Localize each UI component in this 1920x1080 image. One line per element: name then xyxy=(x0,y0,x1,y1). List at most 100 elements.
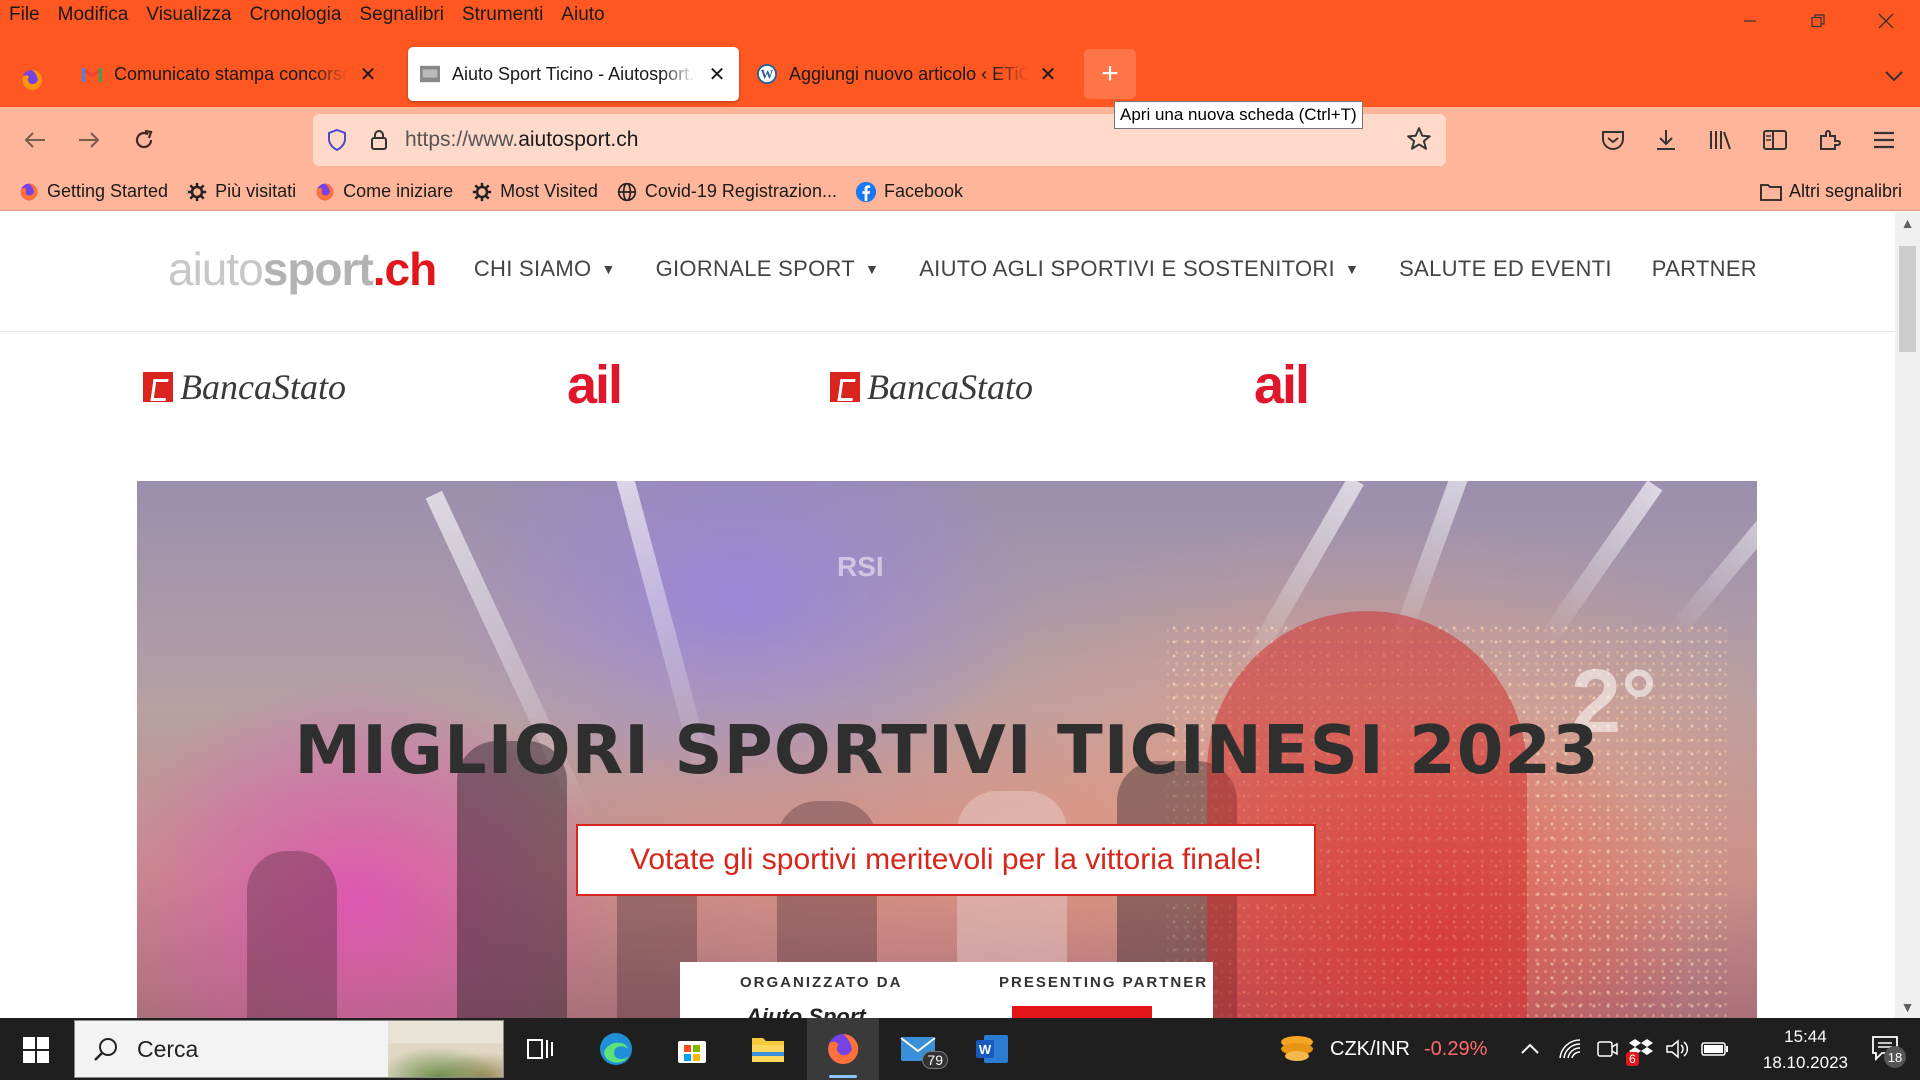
tab-comunicato[interactable]: Comunicato stampa concorso M ✕ xyxy=(70,47,390,101)
chevron-down-icon: ▼ xyxy=(865,261,880,277)
facebook-icon xyxy=(855,181,877,203)
battery-icon[interactable] xyxy=(1701,1018,1729,1080)
other-bookmarks[interactable]: Altri segnalibri xyxy=(1760,181,1902,202)
word-icon: W xyxy=(976,1035,1008,1063)
arrow-left-icon xyxy=(24,132,45,148)
bookmark-piu-visitati[interactable]: Più visitati xyxy=(186,181,296,203)
arrow-right-icon xyxy=(79,132,100,148)
close-icon xyxy=(1878,13,1894,29)
plus-icon: + xyxy=(1101,57,1119,90)
library-icon xyxy=(1710,131,1731,150)
sponsor-logo-bancastato[interactable]: BancaStato xyxy=(143,366,346,408)
scrollbar-thumb[interactable] xyxy=(1899,246,1916,352)
store-taskbar-button[interactable] xyxy=(672,1029,712,1069)
bookmark-label: Come iniziare xyxy=(343,181,454,201)
chevron-up-icon xyxy=(1521,1043,1539,1054)
vote-cta-button[interactable]: Votate gli sportivi meritevoli per la vi… xyxy=(576,824,1316,896)
menu-segnalibri[interactable]: Segnalibri xyxy=(350,4,453,26)
menu-file[interactable]: File xyxy=(0,4,49,26)
screen-logo: RSI xyxy=(837,551,884,582)
bookmark-label: Most Visited xyxy=(500,181,598,201)
firefox-taskbar-button[interactable] xyxy=(807,1018,879,1080)
system-clock[interactable]: 15:44 18.10.2023 xyxy=(1763,1024,1848,1076)
bookmarks-toolbar: Getting Started Più visitati Come inizia… xyxy=(0,173,1920,211)
downloads-button[interactable] xyxy=(1648,122,1684,158)
file-explorer-button[interactable] xyxy=(748,1029,788,1069)
sponsor-logo-bancastato[interactable]: BancaStato xyxy=(830,366,1033,408)
task-view-button[interactable] xyxy=(520,1029,560,1069)
bookmark-getting-started[interactable]: Getting Started xyxy=(18,181,168,203)
bookmark-facebook[interactable]: Facebook xyxy=(855,181,963,203)
bookmark-come-iniziare[interactable]: Come iniziare xyxy=(314,181,453,203)
aiutosport-favicon xyxy=(420,64,440,84)
close-tab-icon[interactable]: ✕ xyxy=(707,62,727,87)
meet-now-icon[interactable] xyxy=(1596,1018,1618,1080)
chevron-down-icon xyxy=(1885,71,1903,82)
extensions-button[interactable] xyxy=(1811,122,1847,158)
presenting-partner-label: PRESENTING PARTNER xyxy=(999,974,1209,991)
word-taskbar-button[interactable]: W xyxy=(972,1029,1012,1069)
volume-icon[interactable] xyxy=(1665,1018,1689,1080)
menu-strumenti[interactable]: Strumenti xyxy=(453,4,552,26)
close-tab-icon[interactable]: ✕ xyxy=(358,62,378,87)
chevron-down-icon: ▼ xyxy=(601,261,616,277)
mail-taskbar-button[interactable]: 79 xyxy=(898,1029,948,1069)
gear-icon xyxy=(186,181,208,203)
bookmark-most-visited[interactable]: Most Visited xyxy=(471,181,598,203)
menu-visualizza[interactable]: Visualizza xyxy=(137,4,240,26)
close-tab-icon[interactable]: ✕ xyxy=(1038,62,1058,87)
taskbar-search[interactable]: Cerca xyxy=(74,1020,504,1078)
scroll-down-icon[interactable]: ▼ xyxy=(1895,996,1920,1018)
tab-aiutosport[interactable]: Aiuto Sport Ticino - Aiutosport.ch ✕ xyxy=(408,47,739,101)
bookmark-star-icon[interactable] xyxy=(1406,126,1432,159)
stage-light-beam xyxy=(1669,487,1757,637)
coins-icon xyxy=(1281,1036,1313,1061)
tracking-protection-icon[interactable] xyxy=(325,128,349,152)
sponsor-logo-ail[interactable]: ail xyxy=(1254,354,1310,416)
edge-taskbar-button[interactable] xyxy=(596,1029,636,1069)
dropbox-icon[interactable]: 6 xyxy=(1626,1018,1654,1080)
network-icon[interactable] xyxy=(1558,1018,1582,1080)
nav-giornale-sport[interactable]: GIORNALE SPORT ▼ xyxy=(656,256,880,282)
lock-icon[interactable] xyxy=(367,128,391,152)
menu-aiuto[interactable]: Aiuto xyxy=(552,4,613,26)
site-nav: CHI SIAMO ▼ GIORNALE SPORT ▼ AIUTO AGLI SP… xyxy=(434,256,1757,282)
scroll-up-icon[interactable]: ▲ xyxy=(1895,212,1920,234)
hero-banner: RSI 2° MIGLIORI SPORTIVI TICINESI 2023 V… xyxy=(137,481,1757,1018)
start-button[interactable] xyxy=(10,1032,62,1068)
library-button[interactable] xyxy=(1703,122,1739,158)
folder-icon xyxy=(1760,183,1782,201)
tab-wordpress[interactable]: W Aggiungi nuovo articolo ‹ ETiCinese ✕ xyxy=(745,47,1070,101)
sidebar-button[interactable] xyxy=(1757,122,1793,158)
reload-button[interactable] xyxy=(126,122,162,158)
chevron-down-icon: ▼ xyxy=(1344,261,1360,277)
organizer-logo: Aiuto Sport xyxy=(746,1004,866,1018)
site-logo[interactable]: aiutosport.ch xyxy=(168,242,437,296)
back-button[interactable] xyxy=(17,122,53,158)
firefox-icon xyxy=(314,181,336,203)
svg-text:W: W xyxy=(761,68,774,82)
sponsor-logo-ail[interactable]: ail xyxy=(567,354,623,416)
pocket-button[interactable] xyxy=(1595,122,1631,158)
nav-chi-siamo[interactable]: CHI SIAMO ▼ xyxy=(474,256,616,282)
new-tab-button[interactable]: + xyxy=(1084,49,1136,99)
pocket-icon xyxy=(1602,131,1624,150)
tab-bar: Comunicato stampa concorso M ✕ Aiuto Spo… xyxy=(0,30,1920,107)
bookmark-covid[interactable]: Covid-19 Registrazion... xyxy=(616,181,837,203)
nav-aiuto-sportivi[interactable]: AIUTO AGLI SPORTIVI E SOSTENITORI ▼ xyxy=(919,256,1359,282)
page-scrollbar[interactable]: ▲ ▼ xyxy=(1895,212,1920,1018)
notification-center-button[interactable]: 18 xyxy=(1870,1034,1906,1068)
url-text: https://www.aiutosport.ch xyxy=(405,128,639,151)
firefox-view-button[interactable] xyxy=(14,62,50,98)
currency-widget[interactable]: CZK/INR -0.29% xyxy=(1278,1018,1487,1080)
menu-modifica[interactable]: Modifica xyxy=(49,4,138,26)
forward-button[interactable] xyxy=(71,122,107,158)
tray-overflow-button[interactable] xyxy=(1520,1018,1540,1080)
wordpress-icon: W xyxy=(757,64,777,84)
list-all-tabs-button[interactable] xyxy=(1884,62,1904,88)
menu-cronologia[interactable]: Cronologia xyxy=(241,4,351,26)
nav-salute-eventi[interactable]: SALUTE ED EVENTI xyxy=(1399,256,1612,282)
app-menu-button[interactable] xyxy=(1866,122,1902,158)
hero-title: MIGLIORI SPORTIVI TICINESI 2023 xyxy=(294,711,1600,789)
nav-partner[interactable]: PARTNER xyxy=(1652,256,1757,282)
